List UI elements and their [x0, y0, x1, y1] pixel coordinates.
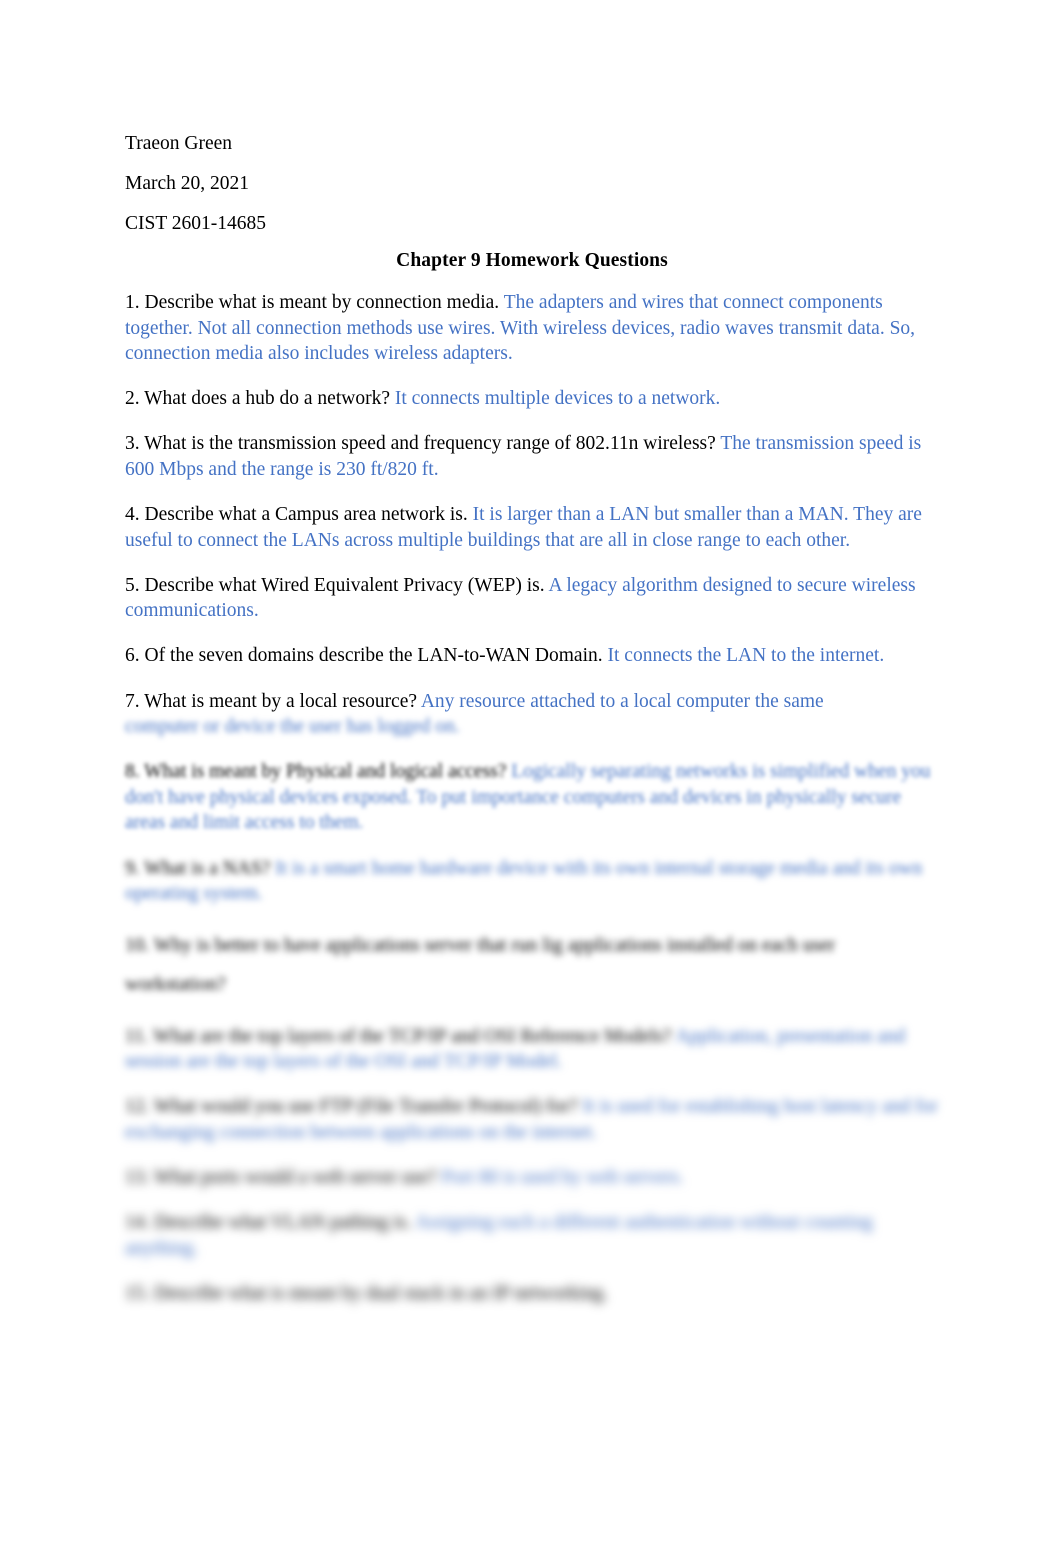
assignment-date: March 20, 2021 — [125, 173, 250, 194]
qa-item-15: 15. Describe what is meant by dual stack… — [125, 1281, 939, 1307]
qa-item-12: 12. What would you use FTP (File Transfe… — [125, 1094, 939, 1145]
answer-text-7-continued: computer or device the user has logged o… — [125, 716, 460, 738]
question-text-7: 7. What is meant by a local resource? — [125, 690, 418, 712]
question-text-5: 5. Describe what Wired Equivalent Privac… — [125, 574, 545, 596]
qa-item-7: 7. What is meant by a local resource? An… — [125, 689, 939, 740]
question-text-1: 1. Describe what is meant by connection … — [125, 292, 500, 313]
question-text-4: 4. Describe what a Campus area network i… — [125, 504, 468, 526]
question-text-2: 2. What does a hub do a network? — [125, 388, 390, 410]
qa-item-13: 13. What ports would a web server use? P… — [125, 1165, 939, 1191]
qa-item-8: 8. What is meant by Physical and logical… — [125, 759, 939, 836]
student-name: Traeon Green — [125, 133, 233, 154]
qa-item-9: 9. What is a NAS? It is a smart home har… — [125, 856, 939, 907]
qa-item-14: 14. Describe what VLAN pathing is. Assig… — [125, 1210, 939, 1261]
answer-text-13: Port 80 is used by web servers. — [441, 1167, 684, 1189]
qa-item-5: 5. Describe what Wired Equivalent Privac… — [125, 573, 939, 624]
question-text-11: 11. What are the top layers of the TCP/I… — [125, 1025, 672, 1047]
answer-text-2: It connects multiple devices to a networ… — [394, 388, 721, 410]
course-code: CIST 2601-14685 — [125, 213, 267, 234]
question-text-12: 12. What would you use FTP (File Transfe… — [125, 1096, 578, 1118]
answer-text-6: It connects the LAN to the internet. — [607, 645, 885, 667]
document-page: Traeon Green March 20, 2021 CIST 2601-14… — [0, 0, 1062, 1556]
question-text-9: 9. What is a NAS? — [125, 857, 271, 879]
question-text-6: 6. Of the seven domains describe the LAN… — [125, 645, 603, 667]
question-text-8: 8. What is meant by Physical and logical… — [125, 761, 507, 783]
answer-text-7: Any resource attached to a local compute… — [420, 690, 824, 712]
qa-item-10: 10. Why is better to have applications s… — [125, 926, 939, 1004]
qa-item-2: 2. What does a hub do a network? It conn… — [125, 386, 939, 412]
question-text-3: 3. What is the transmission speed and fr… — [125, 433, 716, 455]
qa-item-6: 6. Of the seven domains describe the LAN… — [125, 643, 939, 669]
qa-item-11: 11. What are the top layers of the TCP/I… — [125, 1024, 939, 1075]
question-text-14: 14. Describe what VLAN pathing is. — [125, 1212, 412, 1234]
document-body: Traeon Green March 20, 2021 CIST 2601-14… — [125, 124, 939, 1326]
question-text-10: 10. Why is better to have applications s… — [125, 935, 836, 996]
qa-item-3: 3. What is the transmission speed and fr… — [125, 431, 939, 482]
qa-item-1: 1. Describe what is meant by connection … — [125, 290, 939, 367]
qa-item-4: 4. Describe what a Campus area network i… — [125, 502, 939, 553]
question-text-15: 15. Describe what is meant by dual stack… — [125, 1282, 608, 1304]
question-text-13: 13. What ports would a web server use? — [125, 1167, 437, 1189]
page-title: Chapter 9 Homework Questions — [396, 250, 668, 271]
